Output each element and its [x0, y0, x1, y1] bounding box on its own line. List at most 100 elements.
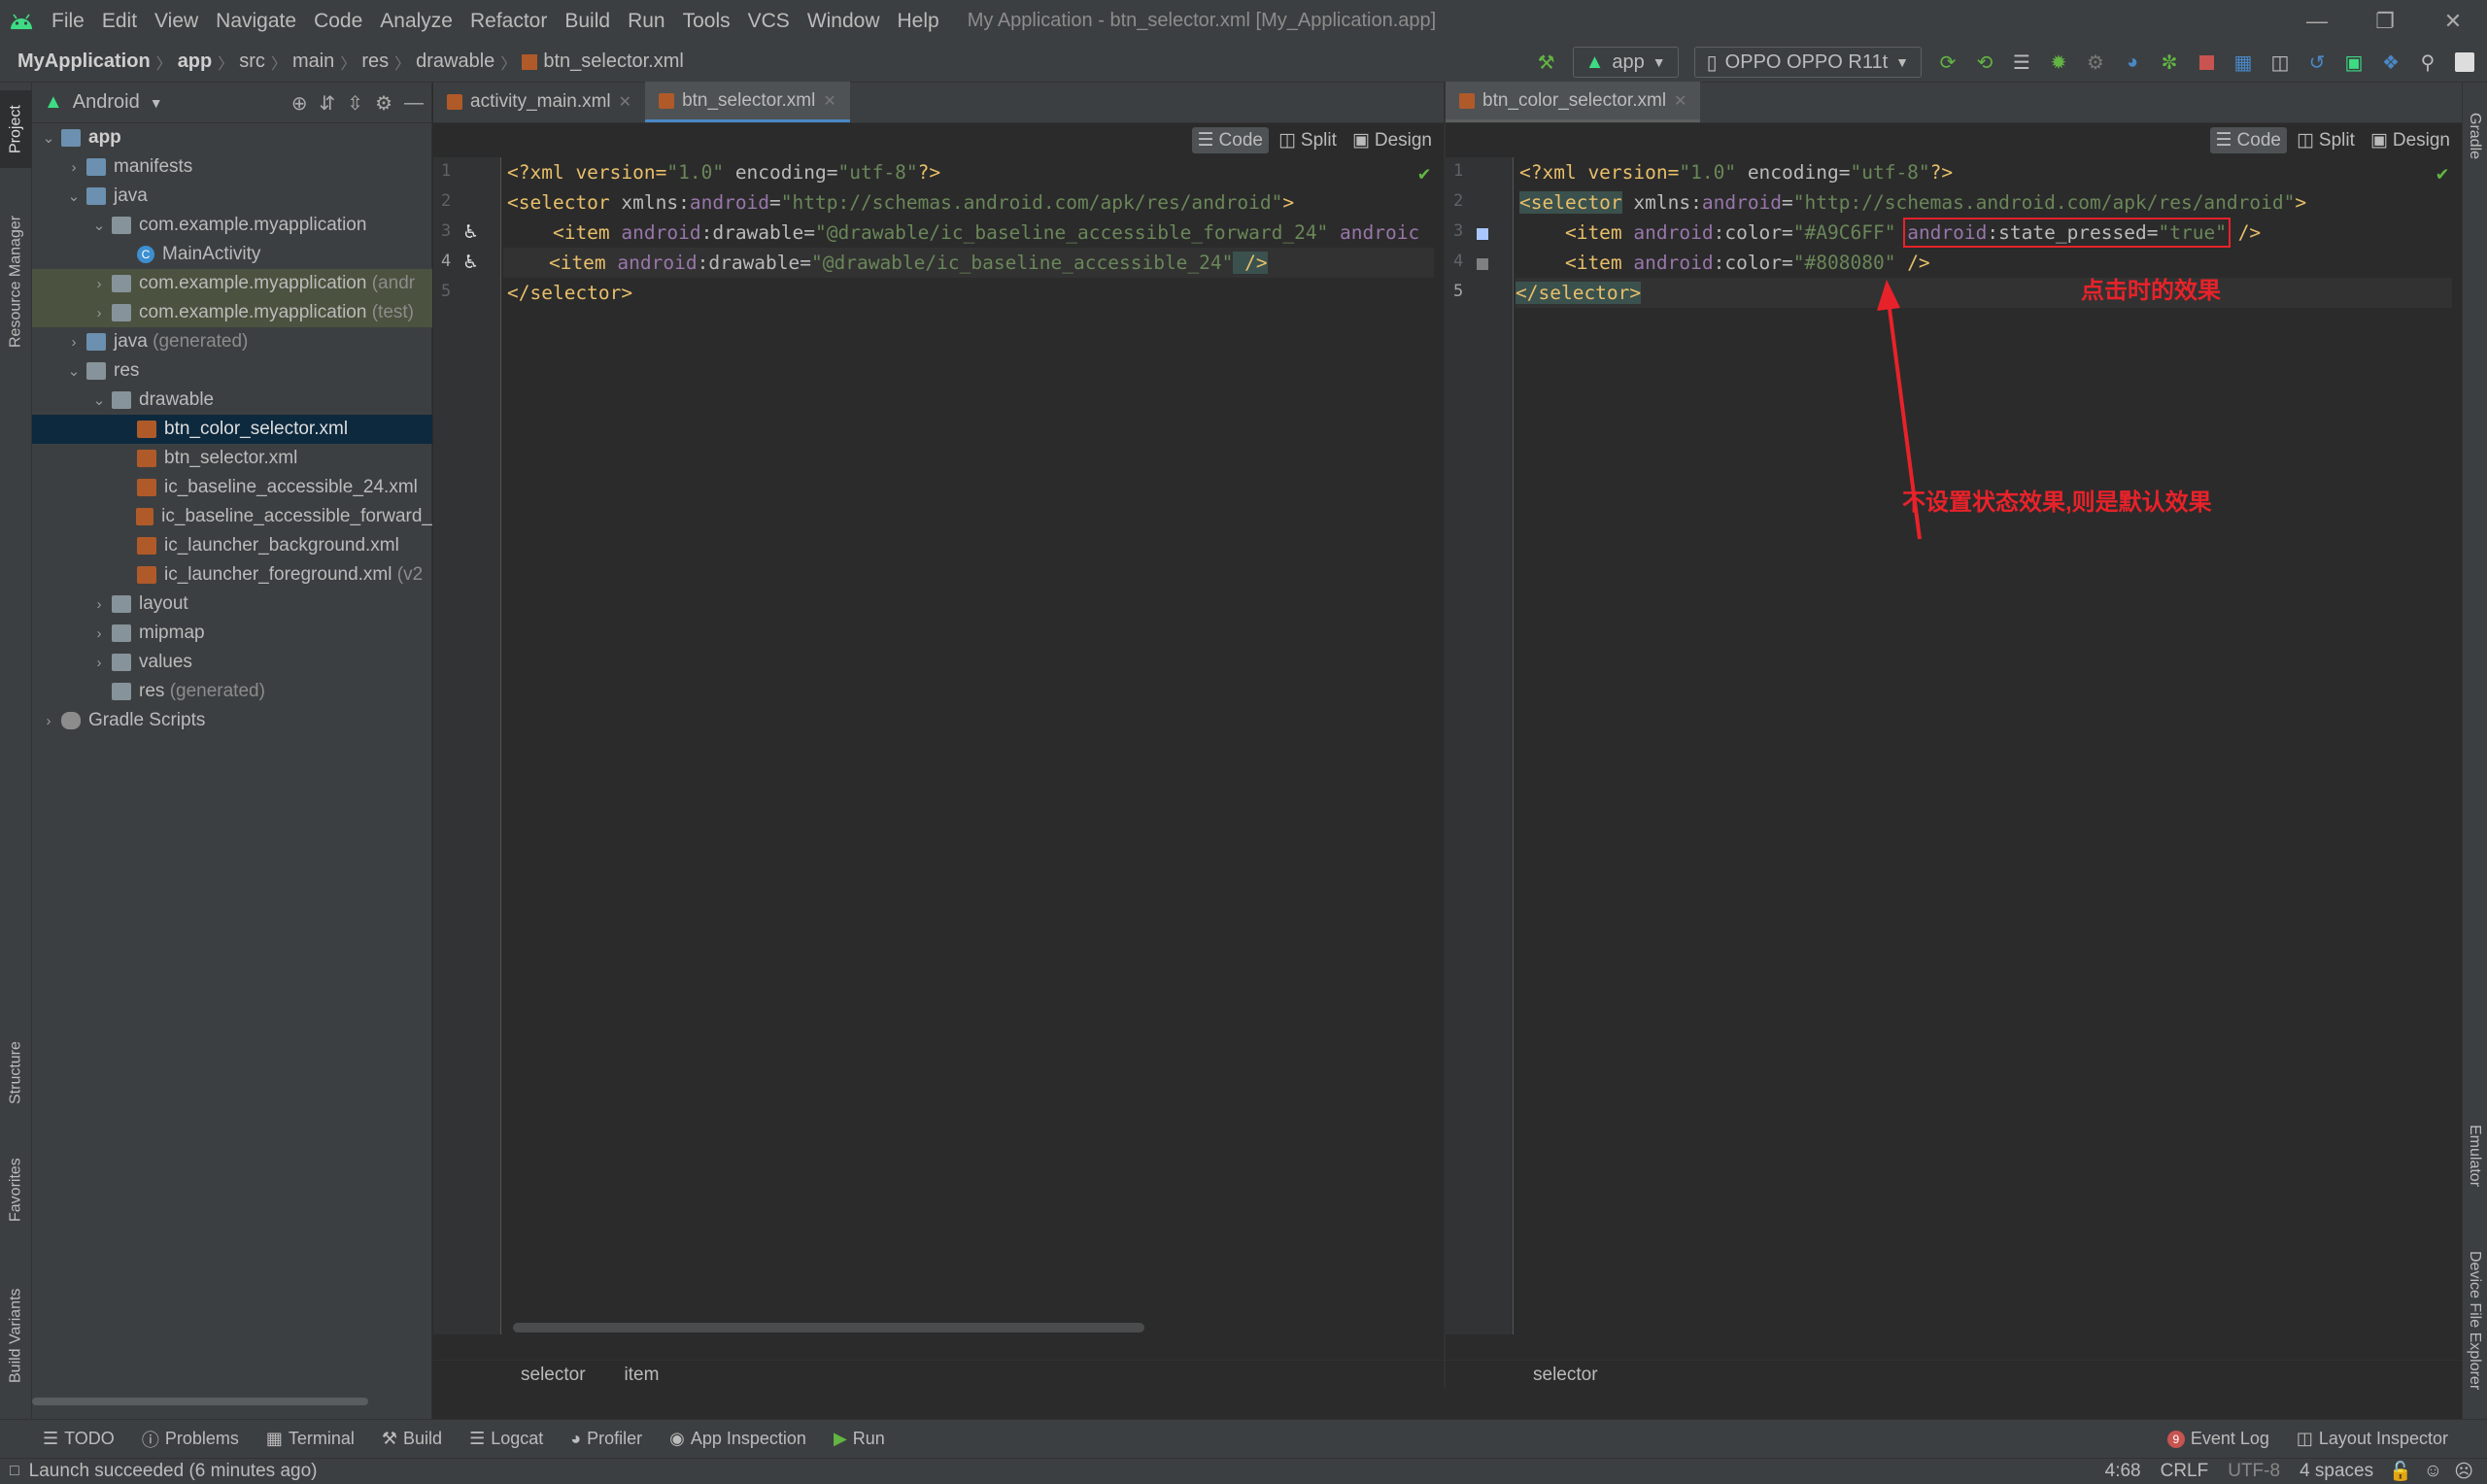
project-view-selector[interactable]: Android — [73, 91, 140, 114]
caret-position[interactable]: 4:68 — [2105, 1461, 2141, 1482]
mode-design-button[interactable]: ▣ Design — [2365, 127, 2456, 153]
tool-profiler[interactable]: ◕ Profiler — [557, 1429, 656, 1449]
sync-gradle-icon[interactable]: ↺ — [2300, 46, 2334, 79]
minimize-icon[interactable]: — — [2283, 0, 2351, 42]
indent-setting[interactable]: 4 spaces — [2300, 1461, 2373, 1482]
tab-btn-color-selector[interactable]: btn_color_selector.xml ✕ — [1446, 82, 1701, 122]
menu-navigate[interactable]: Navigate — [207, 0, 305, 42]
tab-resource-manager[interactable]: Resource Manager — [0, 199, 32, 364]
tool-build[interactable]: ⚒ Build — [368, 1429, 456, 1449]
breadcrumb-src[interactable]: src — [239, 51, 265, 73]
apply-code-changes-icon[interactable]: ⟲ — [1968, 46, 2001, 79]
tool-layout-inspector[interactable]: ◫ Layout Inspector — [2283, 1429, 2487, 1449]
file-encoding[interactable]: UTF-8 — [2228, 1461, 2280, 1482]
hide-icon[interactable]: — — [404, 92, 424, 115]
locate-icon[interactable]: ⊕ — [291, 91, 308, 116]
menu-window[interactable]: Window — [799, 0, 889, 42]
tree-node-gradle-scripts[interactable]: › Gradle Scripts — [32, 706, 432, 735]
tree-node-package[interactable]: ⌄ com.example.myapplication — [32, 211, 432, 240]
run-config-selector[interactable]: ▲ app ▼ — [1572, 47, 1679, 78]
sdk-manager-icon[interactable]: ❖ — [2374, 46, 2407, 79]
tool-event-log[interactable]: 9 Event Log — [2154, 1429, 2283, 1449]
breadcrumb-file[interactable]: btn_selector.xml — [543, 51, 684, 73]
mode-code-button[interactable]: ☰ Code — [1191, 127, 1269, 153]
tab-project[interactable]: Project — [0, 90, 32, 168]
project-structure-icon[interactable]: ▦ — [2227, 46, 2260, 79]
menu-view[interactable]: View — [146, 0, 207, 42]
tree-node-java[interactable]: ⌄ java — [32, 182, 432, 211]
tree-node-ic-accessible-forward[interactable]: ic_baseline_accessible_forward_ — [32, 502, 432, 531]
tree-node-values[interactable]: › values — [32, 648, 432, 677]
breadcrumb-selector[interactable]: selector — [521, 1365, 586, 1386]
run-anything-icon[interactable]: ◫ — [2264, 46, 2297, 79]
editor-left-code[interactable]: <?xml version="1.0" encoding="utf-8"?> <… — [503, 157, 1434, 1334]
menu-code[interactable]: Code — [305, 0, 371, 42]
menu-vcs[interactable]: VCS — [739, 0, 799, 42]
menu-tools[interactable]: Tools — [674, 0, 739, 42]
menu-file[interactable]: File — [43, 0, 93, 42]
tree-node-ic-launcher-foreground[interactable]: ic_launcher_foreground.xml (v2 — [32, 560, 432, 590]
gear-icon[interactable]: ⚙ — [375, 91, 392, 116]
mode-design-button[interactable]: ▣ Design — [1346, 127, 1438, 153]
tree-node-mainactivity[interactable]: C MainActivity — [32, 240, 432, 269]
attach-debugger-icon[interactable]: ⚙ — [2079, 46, 2112, 79]
breadcrumb-res[interactable]: res — [361, 51, 389, 73]
tool-todo[interactable]: ☰ TODO — [0, 1429, 128, 1449]
tree-node-res-generated[interactable]: res (generated) — [32, 677, 432, 706]
tree-node-manifests[interactable]: › manifests — [32, 152, 432, 182]
editor-right-code[interactable]: <?xml version="1.0" encoding="utf-8"?> <… — [1516, 157, 2452, 1334]
menu-help[interactable]: Help — [889, 0, 948, 42]
expand-all-icon[interactable]: ⇵ — [320, 91, 336, 116]
tool-problems[interactable]: ⓘ Problems — [128, 1427, 253, 1452]
horizontal-scrollbar[interactable] — [513, 1323, 1144, 1332]
chevron-down-icon[interactable]: ▼ — [150, 95, 163, 111]
tree-node-mipmap[interactable]: › mipmap — [32, 619, 432, 648]
lock-icon[interactable]: 🔓 — [2389, 1460, 2412, 1483]
tool-run[interactable]: ▶ Run — [820, 1429, 899, 1449]
tool-logcat[interactable]: ☰ Logcat — [456, 1429, 557, 1449]
tab-structure[interactable]: Structure — [0, 1025, 32, 1122]
collapse-all-icon[interactable]: ⇳ — [347, 91, 363, 116]
tab-gradle[interactable]: Gradle — [2462, 92, 2487, 180]
tree-node-drawable[interactable]: ⌄ drawable — [32, 386, 432, 415]
tool-app-inspection[interactable]: ◉ App Inspection — [656, 1429, 820, 1449]
settings-avatar-icon[interactable] — [2448, 46, 2481, 79]
tree-node-package-androidtest[interactable]: › com.example.myapplication (andr — [32, 269, 432, 298]
smiley-icon[interactable]: ☺ — [2424, 1461, 2442, 1482]
breadcrumb-selector[interactable]: selector — [1533, 1365, 1598, 1386]
make-project-hammer-icon[interactable]: ⚒ — [1530, 46, 1563, 79]
line-separator[interactable]: CRLF — [2161, 1461, 2209, 1482]
close-icon[interactable]: ✕ — [2419, 0, 2487, 42]
close-tab-icon[interactable]: ✕ — [1674, 91, 1686, 111]
color-swatch-icon[interactable] — [1477, 228, 1488, 240]
tree-node-res[interactable]: ⌄ res — [32, 356, 432, 386]
device-manager-icon[interactable]: ▣ — [2337, 46, 2370, 79]
menu-analyze[interactable]: Analyze — [371, 0, 461, 42]
apply-changes-restart-icon[interactable]: ⟳ — [1931, 46, 1964, 79]
mode-split-button[interactable]: ◫ Split — [2291, 127, 2361, 153]
horizontal-scrollbar[interactable] — [32, 1398, 368, 1405]
tree-node-package-test[interactable]: › com.example.myapplication (test) — [32, 298, 432, 327]
menu-run[interactable]: Run — [619, 0, 674, 42]
stop-icon[interactable] — [2190, 46, 2223, 79]
tree-node-ic-accessible-24[interactable]: ic_baseline_accessible_24.xml — [32, 473, 432, 502]
tab-btn-selector[interactable]: btn_selector.xml ✕ — [645, 82, 850, 122]
tab-activity-main[interactable]: activity_main.xml ✕ — [433, 82, 645, 122]
breadcrumb-main[interactable]: main — [292, 51, 334, 73]
mode-code-button[interactable]: ☰ Code — [2209, 127, 2287, 153]
breadcrumb-project[interactable]: MyApplication — [17, 51, 151, 73]
tab-device-file-explorer[interactable]: Device File Explorer — [2462, 1229, 2487, 1413]
breadcrumb-drawable[interactable]: drawable — [416, 51, 494, 73]
search-icon[interactable]: ⚲ — [2411, 46, 2444, 79]
mode-split-button[interactable]: ◫ Split — [1273, 127, 1343, 153]
menu-build[interactable]: Build — [556, 0, 619, 42]
menu-edit[interactable]: Edit — [93, 0, 146, 42]
restore-icon[interactable]: ❐ — [2351, 0, 2419, 42]
tab-build-variants[interactable]: Build Variants — [0, 1272, 32, 1399]
profile-icon[interactable]: ◕ — [2116, 46, 2149, 79]
tree-node-btn-selector[interactable]: btn_selector.xml — [32, 444, 432, 473]
breadcrumb-app[interactable]: app — [178, 51, 213, 73]
color-swatch-icon[interactable] — [1477, 258, 1488, 270]
status-window-icon[interactable]: □ — [10, 1463, 19, 1480]
tree-node-java-generated[interactable]: › java (generated) — [32, 327, 432, 356]
